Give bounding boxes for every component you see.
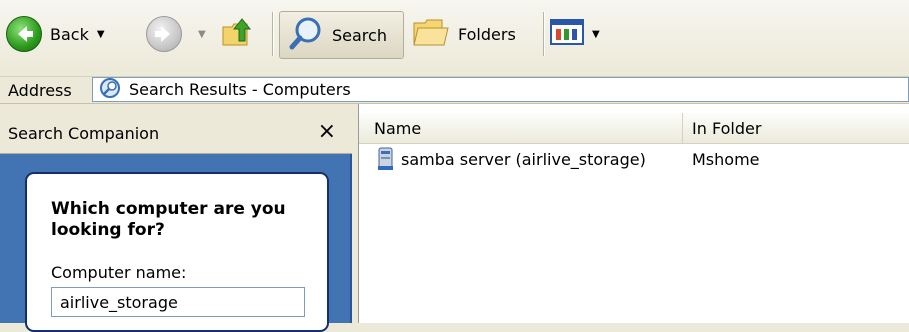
up-folder-icon (220, 15, 254, 53)
address-bar: Address Search Results - Computers (0, 76, 909, 104)
computer-name-input[interactable] (51, 287, 305, 317)
folders-icon (412, 15, 450, 53)
toolbar: Back ▼ ▼ Search Folders ▼ (0, 0, 909, 76)
up-folder-button[interactable] (220, 11, 262, 57)
forward-dropdown-icon[interactable]: ▼ (198, 29, 206, 40)
address-value: Search Results - Computers (129, 80, 351, 99)
back-dropdown-icon[interactable]: ▼ (97, 29, 105, 40)
column-header-in-folder[interactable]: In Folder (684, 113, 909, 143)
close-icon[interactable]: × (318, 119, 336, 144)
views-icon (550, 17, 584, 51)
back-arrow-icon (6, 16, 42, 52)
folders-label: Folders (458, 24, 516, 44)
views-button[interactable]: ▼ (550, 11, 616, 57)
companion-title: Search Companion (8, 124, 160, 143)
companion-header: Search Companion × (0, 113, 352, 154)
result-in-folder: Mshome (692, 149, 760, 169)
column-header-name[interactable]: Name (359, 113, 683, 143)
folders-button[interactable]: Folders (412, 11, 536, 57)
result-name: samba server (airlive_storage) (401, 149, 646, 169)
computer-search-panel: Which computer are you looking for? Comp… (25, 172, 329, 332)
toolbar-separator (272, 12, 274, 56)
search-magnifier-icon (288, 14, 326, 56)
companion-body: Which computer are you looking for? Comp… (0, 154, 352, 332)
back-label: Back (50, 24, 89, 44)
results-list: Name In Folder samba server (airlive_sto… (358, 104, 909, 323)
views-dropdown-icon[interactable]: ▼ (592, 29, 600, 40)
forward-arrow-icon (146, 16, 182, 52)
computer-name-label: Computer name: (51, 263, 187, 282)
address-field[interactable]: Search Results - Computers (92, 77, 909, 102)
network-computer-icon (376, 146, 396, 176)
address-label: Address (8, 80, 72, 100)
search-button[interactable]: Search (279, 11, 404, 59)
back-button[interactable]: Back ▼ (6, 11, 146, 57)
column-headers: Name In Folder (359, 113, 909, 144)
search-results-icon (99, 77, 121, 103)
forward-button[interactable]: ▼ (146, 11, 216, 57)
toolbar-separator (543, 12, 545, 56)
table-row[interactable]: samba server (airlive_storage) Mshome (359, 146, 909, 172)
search-question: Which computer are you looking for? (51, 199, 286, 240)
search-companion-pane: Search Companion × Which computer are yo… (0, 104, 352, 332)
search-label: Search (332, 25, 387, 45)
